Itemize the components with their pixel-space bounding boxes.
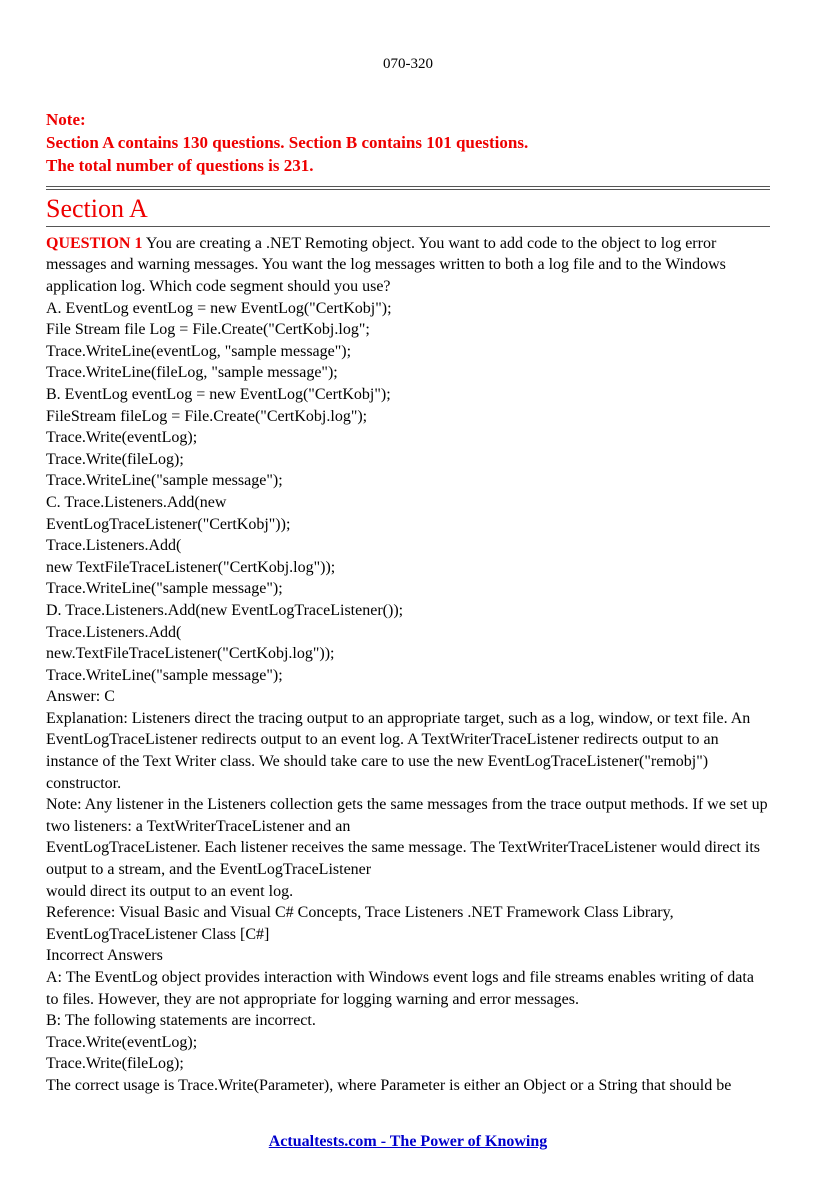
option-c-line3: Trace.Listeners.Add( <box>46 537 181 554</box>
option-d-line4: Trace.WriteLine("sample message"); <box>46 667 283 684</box>
question-prompt: You are creating a .NET Remoting object.… <box>46 235 726 295</box>
page: 070-320 Note: Section A contains 130 que… <box>0 0 816 1191</box>
incorrect-a: A: The EventLog object provides interact… <box>46 969 754 1008</box>
option-c-line2: EventLogTraceListener("CertKobj")); <box>46 516 290 533</box>
option-c-line5: Trace.WriteLine("sample message"); <box>46 580 283 597</box>
explanation-para3: EventLogTraceListener. Each listener rec… <box>46 839 760 878</box>
option-a-line2: File Stream file Log = File.Create("Cert… <box>46 321 370 338</box>
note-line-2: Section A contains 130 questions. Sectio… <box>46 132 770 155</box>
option-d-line2: Trace.Listeners.Add( <box>46 624 181 641</box>
option-a-line3: Trace.WriteLine(eventLog, "sample messag… <box>46 343 351 360</box>
option-b-line4: Trace.Write(fileLog); <box>46 451 184 468</box>
answer-line: Answer: C <box>46 688 115 705</box>
option-a-line1: A. EventLog eventLog = new EventLog("Cer… <box>46 300 392 317</box>
option-b-line5: Trace.WriteLine("sample message"); <box>46 472 283 489</box>
option-a-line4: Trace.WriteLine(fileLog, "sample message… <box>46 364 338 381</box>
question-label: QUESTION 1 <box>46 235 142 252</box>
option-d-line3: new.TextFileTraceListener("CertKobj.log"… <box>46 645 334 662</box>
incorrect-b-line1: B: The following statements are incorrec… <box>46 1012 316 1029</box>
option-b-line3: Trace.Write(eventLog); <box>46 429 197 446</box>
option-b-line2: FileStream fileLog = File.Create("CertKo… <box>46 408 367 425</box>
divider-under-section <box>46 226 770 227</box>
incorrect-b-line2: Trace.Write(eventLog); <box>46 1034 197 1051</box>
note-line-1: Note: <box>46 109 770 132</box>
incorrect-b-line4: The correct usage is Trace.Write(Paramet… <box>46 1077 731 1094</box>
footer-link[interactable]: Actualtests.com - The Power of Knowing <box>46 1133 770 1151</box>
option-c-line1: C. Trace.Listeners.Add(new <box>46 494 226 511</box>
question-body: QUESTION 1 You are creating a .NET Remot… <box>46 233 770 1097</box>
explanation-para2: Note: Any listener in the Listeners coll… <box>46 796 768 835</box>
page-header-code: 070-320 <box>46 56 770 73</box>
option-b-line1: B. EventLog eventLog = new EventLog("Cer… <box>46 386 391 403</box>
divider-top <box>46 186 770 190</box>
note-block: Note: Section A contains 130 questions. … <box>46 109 770 178</box>
section-title: Section A <box>46 194 770 224</box>
incorrect-heading: Incorrect Answers <box>46 947 163 964</box>
explanation-para4: would direct its output to an event log. <box>46 883 293 900</box>
incorrect-b-line3: Trace.Write(fileLog); <box>46 1055 184 1072</box>
note-line-3: The total number of questions is 231. <box>46 155 770 178</box>
explanation-para1: Explanation: Listeners direct the tracin… <box>46 710 750 792</box>
reference-line: Reference: Visual Basic and Visual C# Co… <box>46 904 674 943</box>
option-d-line1: D. Trace.Listeners.Add(new EventLogTrace… <box>46 602 403 619</box>
option-c-line4: new TextFileTraceListener("CertKobj.log"… <box>46 559 335 576</box>
